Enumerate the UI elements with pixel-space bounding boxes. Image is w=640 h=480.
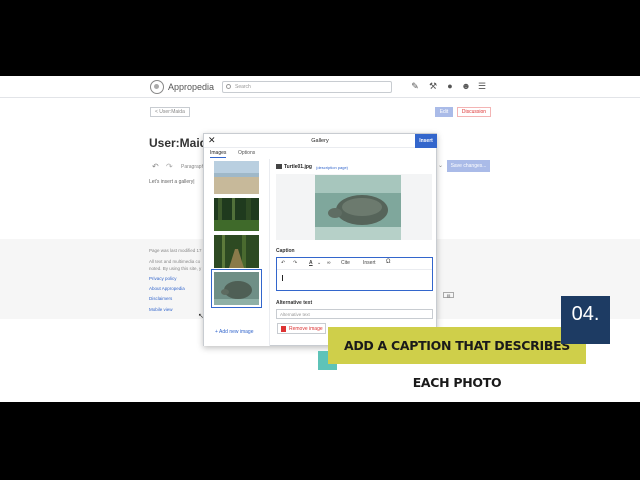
edit-button[interactable]: Edit: [435, 107, 453, 117]
footer-modified: Page was last modified 17: [149, 248, 202, 253]
dialog-tabs: Images Options: [204, 148, 270, 158]
image-details-panel: Turtle01.jpg (description page) Caption …: [271, 159, 437, 346]
gallery-dialog: ✕ Gallery Insert Images Options + Add ne…: [203, 133, 437, 346]
step-number-badge: 04.: [561, 296, 610, 344]
back-to-user-button[interactable]: < User:Maida: [150, 107, 190, 117]
site-header: Appropedia Search ✎ ⚒ ● ☻ ☰: [0, 76, 640, 98]
site-brand[interactable]: Appropedia: [168, 82, 214, 92]
text-caret: [282, 275, 283, 281]
insert-button[interactable]: Insert: [415, 134, 437, 148]
special-character-button[interactable]: Ω: [386, 259, 391, 265]
footer-link-about[interactable]: About Appropedia: [149, 286, 185, 291]
caption-editor[interactable]: ↶ ↷ A ⌄ ∞ Cite Insert Ω: [276, 257, 433, 291]
footer-link-mobile[interactable]: Mobile view: [149, 307, 173, 312]
instruction-banner: ADD A CAPTION THAT DESCRIBES EACH PHOTO: [328, 327, 586, 390]
search-icon: [226, 84, 231, 89]
add-new-image-button[interactable]: + Add new image: [215, 329, 254, 335]
redo-icon[interactable]: ↷: [293, 260, 297, 266]
footer-link-disclaimers[interactable]: Disclaimers: [149, 296, 172, 301]
footer-noted: noted. By using this site, y: [149, 266, 202, 271]
search-placeholder: Search: [235, 84, 251, 90]
language-icon[interactable]: ▤: [443, 292, 454, 298]
remove-image-label: Remove image: [289, 326, 323, 332]
footer-license: All text and multimedia co: [149, 259, 201, 264]
redo-icon[interactable]: ↷: [166, 162, 173, 171]
thumbnail-jungle-path[interactable]: [214, 235, 259, 268]
footer-link-privacy[interactable]: Privacy policy: [149, 276, 177, 281]
image-icon: [276, 164, 282, 169]
page-title: User:Maid: [149, 136, 208, 150]
turtle-preview-image: [315, 175, 401, 240]
discussion-button[interactable]: Discussion: [457, 107, 491, 117]
dialog-header: ✕ Gallery Insert: [204, 134, 437, 148]
remove-image-button[interactable]: Remove image: [277, 323, 326, 334]
description-page-link[interactable]: (description page): [316, 165, 348, 170]
save-changes-button[interactable]: Save changes...: [447, 160, 490, 172]
caption-toolbar: ↶ ↷ A ⌄ ∞ Cite Insert Ω: [277, 258, 432, 270]
paragraph-format-dropdown[interactable]: Paragraph: [181, 164, 204, 170]
cite-dropdown[interactable]: Cite: [341, 260, 350, 266]
wrench-icon[interactable]: ⚒: [428, 81, 438, 92]
appropedia-logo[interactable]: [150, 80, 164, 94]
thumbnail-beach[interactable]: [214, 161, 259, 194]
tab-images[interactable]: Images: [210, 150, 227, 158]
dialog-title: Gallery: [311, 138, 329, 144]
search-input[interactable]: Search: [222, 81, 392, 93]
thumbnail-forest[interactable]: [214, 198, 259, 231]
image-preview-area: [276, 174, 432, 240]
pencil-icon[interactable]: ✎: [410, 81, 420, 92]
menu-icon[interactable]: ☰: [477, 81, 487, 92]
chevron-down-icon[interactable]: ⌄: [317, 260, 321, 266]
alt-text-input[interactable]: Alternative text: [276, 309, 433, 319]
caption-label: Caption: [276, 248, 295, 254]
editor-body-text[interactable]: Let's insert a gallery|: [149, 179, 195, 185]
undo-icon[interactable]: ↶: [281, 260, 285, 266]
bell-icon[interactable]: ●: [445, 81, 455, 92]
undo-icon[interactable]: ↶: [152, 162, 159, 171]
alt-text-label: Alternative text: [276, 300, 313, 306]
link-icon[interactable]: ∞: [327, 260, 331, 266]
tab-options[interactable]: Options: [238, 150, 255, 156]
text-style-button[interactable]: A: [309, 260, 313, 266]
chevron-down-icon[interactable]: ⌄: [438, 162, 443, 169]
image-file-name: Turtle01.jpg: [284, 164, 312, 170]
gallery-image-list: + Add new image: [204, 159, 270, 346]
insert-dropdown[interactable]: Insert: [363, 260, 376, 266]
thumbnail-turtle-selected[interactable]: [211, 269, 262, 308]
user-icon[interactable]: ☻: [461, 81, 471, 92]
trash-icon: [281, 326, 286, 332]
